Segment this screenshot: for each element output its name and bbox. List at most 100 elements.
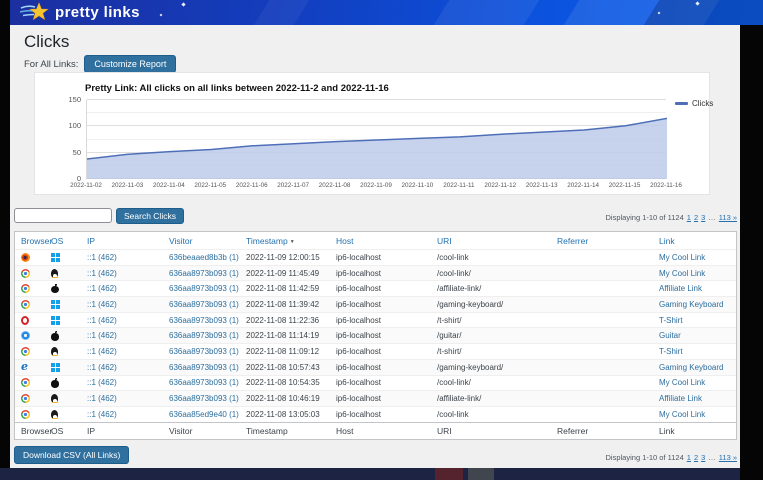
ip-link[interactable]: ::1 (462): [81, 316, 163, 325]
uri-cell: /t-shirt/: [431, 316, 551, 325]
visitor-link[interactable]: 636aa8973b093 (1): [163, 284, 240, 293]
uri-cell: /cool-link/: [431, 378, 551, 387]
visitor-link[interactable]: 636beaaed8b3b (1): [163, 253, 240, 262]
visitor-link[interactable]: 636aa8973b093 (1): [163, 363, 240, 372]
host-cell: ip6-localhost: [330, 316, 431, 325]
column-header-uri[interactable]: URI: [431, 236, 551, 246]
page-link-1[interactable]: 1: [687, 453, 691, 462]
pretty-link-link[interactable]: Affiliate Link: [653, 284, 736, 293]
uri-cell: /t-shirt/: [431, 347, 551, 356]
linux-icon: [51, 347, 58, 356]
column-header-referrer[interactable]: Referrer: [551, 236, 653, 246]
pretty-link-link[interactable]: My Cool Link: [653, 253, 736, 262]
ip-link[interactable]: ::1 (462): [81, 378, 163, 387]
page-link-last[interactable]: 113 »: [719, 453, 737, 462]
download-csv-button[interactable]: Download CSV (All Links): [14, 446, 129, 464]
footer-column-visitor: Visitor: [163, 426, 240, 436]
ip-link[interactable]: ::1 (462): [81, 300, 163, 309]
chrome-icon: [21, 410, 30, 419]
linux-icon: [51, 410, 58, 419]
search-clicks-button[interactable]: Search Clicks: [116, 208, 184, 224]
apple-icon: [51, 286, 59, 294]
ip-link[interactable]: ::1 (462): [81, 253, 163, 262]
windows-icon: [51, 300, 60, 309]
column-header-browser[interactable]: Browser: [15, 236, 45, 246]
bottom-strip: [0, 468, 740, 480]
pretty-link-link[interactable]: My Cool Link: [653, 410, 736, 419]
admin-content: Clicks For All Links: Customize Report P…: [10, 25, 740, 468]
ip-link[interactable]: ::1 (462): [81, 363, 163, 372]
host-cell: ip6-localhost: [330, 363, 431, 372]
timestamp-cell: 2022-11-08 11:14:19: [240, 331, 330, 340]
pretty-link-link[interactable]: Affiliate Link: [653, 394, 736, 403]
table-row: ::1 (462) 636aa8973b093 (1) 2022-11-08 1…: [15, 296, 736, 312]
edge-icon: [21, 363, 30, 372]
visitor-link[interactable]: 636aa8973b093 (1): [163, 378, 240, 387]
page-link-1[interactable]: 1: [687, 213, 691, 222]
visitor-link[interactable]: 636aa8973b093 (1): [163, 316, 240, 325]
chart-title: Pretty Link: All clicks on all links bet…: [85, 83, 389, 94]
page-link-2[interactable]: 2: [694, 213, 698, 222]
ip-link[interactable]: ::1 (462): [81, 331, 163, 340]
chart-x-labels: 2022-11-022022-11-032022-11-042022-11-05…: [86, 182, 666, 192]
chrome-icon: [21, 378, 30, 387]
visitor-link[interactable]: 636aa8973b093 (1): [163, 269, 240, 278]
pretty-link-link[interactable]: Gaming Keyboard: [653, 363, 736, 372]
x-tick-label: 2022-11-06: [232, 182, 272, 189]
y-tick-label: 50: [73, 148, 81, 157]
column-header-visitor[interactable]: Visitor: [163, 236, 240, 246]
visitor-link[interactable]: 636aa8973b093 (1): [163, 394, 240, 403]
visitor-link[interactable]: 636aa85ed9e40 (1): [163, 410, 240, 419]
x-tick-label: 2022-11-10: [397, 182, 437, 189]
customize-report-button[interactable]: Customize Report: [84, 55, 176, 73]
ip-link[interactable]: ::1 (462): [81, 347, 163, 356]
table-row: ::1 (462) 636aa8973b093 (1) 2022-11-08 1…: [15, 359, 736, 375]
column-header-ip[interactable]: IP: [81, 236, 163, 246]
timestamp-cell: 2022-11-08 13:05:03: [240, 410, 330, 419]
pagination: Displaying 1-10 of 1124123…113 »: [606, 453, 737, 462]
logo-text: pretty links: [55, 4, 140, 21]
page-link-3[interactable]: 3: [701, 453, 705, 462]
page-link-last[interactable]: 113 »: [719, 213, 737, 222]
host-cell: ip6-localhost: [330, 284, 431, 293]
search-input[interactable]: [14, 208, 112, 223]
column-header-link[interactable]: Link: [653, 236, 736, 246]
pretty-link-link[interactable]: My Cool Link: [653, 378, 736, 387]
pretty-links-logo: pretty links: [20, 1, 140, 23]
legend-line-swatch: [675, 102, 688, 105]
page-link-3[interactable]: 3: [701, 213, 705, 222]
chart-y-labels: 050100150: [63, 100, 83, 179]
table-body: ::1 (462) 636beaaed8b3b (1) 2022-11-09 1…: [15, 249, 736, 422]
x-tick-label: 2022-11-14: [563, 182, 603, 189]
pagination-summary: Displaying 1-10 of 1124: [606, 213, 684, 222]
pretty-link-link[interactable]: T-Shirt: [653, 316, 736, 325]
apple-icon: [51, 333, 59, 341]
x-tick-label: 2022-11-09: [356, 182, 396, 189]
pretty-link-link[interactable]: Gaming Keyboard: [653, 300, 736, 309]
safari-icon: [21, 331, 30, 340]
x-tick-label: 2022-11-05: [190, 182, 230, 189]
ip-link[interactable]: ::1 (462): [81, 394, 163, 403]
chart-plot: [86, 100, 666, 179]
visitor-link[interactable]: 636aa8973b093 (1): [163, 347, 240, 356]
footer-column-ip: IP: [81, 426, 163, 436]
pretty-link-link[interactable]: Guitar: [653, 331, 736, 340]
y-tick-label: 150: [68, 95, 81, 104]
ip-link[interactable]: ::1 (462): [81, 410, 163, 419]
pretty-link-link[interactable]: My Cool Link: [653, 269, 736, 278]
column-header-os[interactable]: OS: [45, 236, 81, 246]
table-row: ::1 (462) 636beaaed8b3b (1) 2022-11-09 1…: [15, 249, 736, 265]
pretty-link-link[interactable]: T-Shirt: [653, 347, 736, 356]
timestamp-cell: 2022-11-09 12:00:15: [240, 253, 330, 262]
x-tick-label: 2022-11-12: [480, 182, 520, 189]
ip-link[interactable]: ::1 (462): [81, 269, 163, 278]
ip-link[interactable]: ::1 (462): [81, 284, 163, 293]
timestamp-cell: 2022-11-08 11:42:59: [240, 284, 330, 293]
page-link-2[interactable]: 2: [694, 453, 698, 462]
column-header-timestamp[interactable]: Timestamp▼: [240, 236, 330, 246]
column-header-host[interactable]: Host: [330, 236, 431, 246]
timestamp-cell: 2022-11-08 10:46:19: [240, 394, 330, 403]
host-cell: ip6-localhost: [330, 269, 431, 278]
visitor-link[interactable]: 636aa8973b093 (1): [163, 331, 240, 340]
visitor-link[interactable]: 636aa8973b093 (1): [163, 300, 240, 309]
